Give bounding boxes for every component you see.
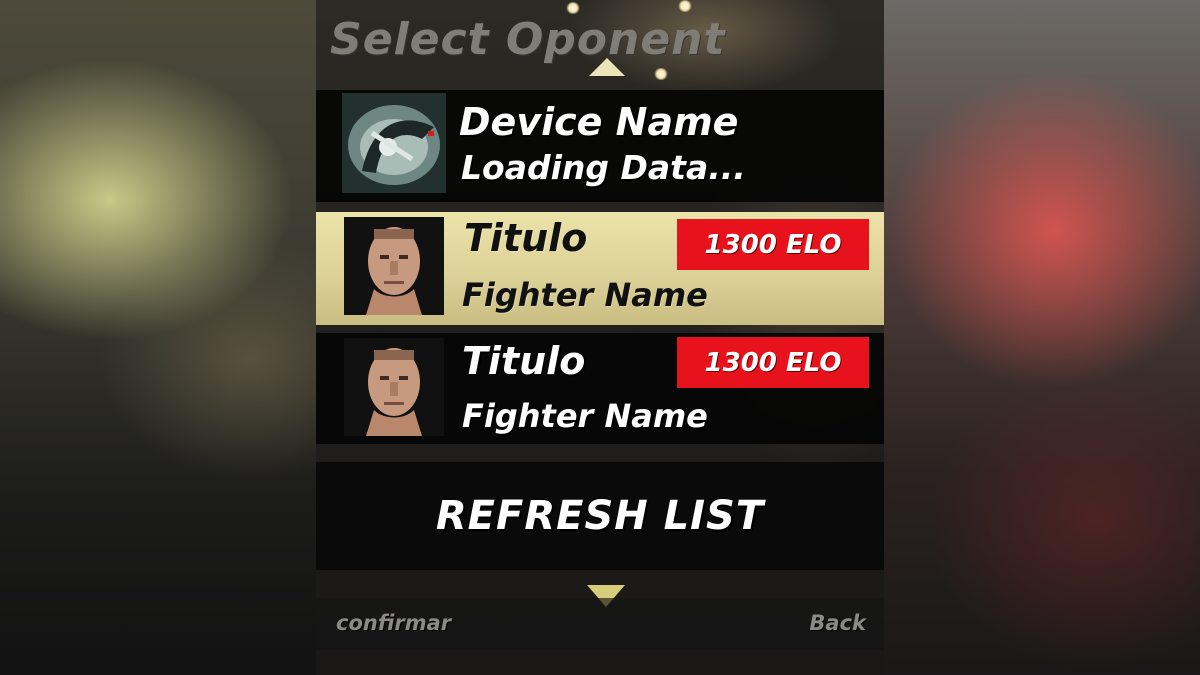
ceiling-light [678, 0, 692, 12]
ceiling-light [654, 68, 668, 80]
device-disc-icon [342, 93, 446, 193]
fighter-face-icon [344, 217, 444, 315]
device-status: Loading Data... [461, 148, 746, 187]
refresh-list-button[interactable]: REFRESH LIST [316, 462, 884, 570]
opponent-row-selected[interactable]: Titulo 1300 ELO Fighter Name [316, 212, 884, 325]
fighter-name: Fighter Name [462, 276, 708, 314]
scroll-up-arrow-icon[interactable] [589, 58, 625, 76]
fighter-portrait [344, 338, 444, 436]
fighter-face-icon [344, 338, 444, 436]
fighter-portrait [344, 217, 444, 315]
blurred-backdrop-left [0, 0, 316, 675]
back-softkey[interactable]: Back [809, 611, 866, 635]
opponent-title: Titulo [464, 216, 588, 260]
blurred-backdrop-right [884, 0, 1200, 675]
device-icon [342, 93, 446, 193]
device-entry[interactable]: Device Name Loading Data... [316, 90, 884, 202]
fighter-name: Fighter Name [462, 397, 708, 435]
opponent-title: Titulo [462, 339, 586, 383]
game-screen: Select Oponent Device Name Loading Data.… [316, 0, 884, 675]
device-name: Device Name [459, 100, 739, 144]
elo-badge: 1300 ELO [677, 337, 869, 388]
confirm-softkey[interactable]: confirmar [336, 611, 451, 635]
opponent-row[interactable]: Titulo 1300 ELO Fighter Name [316, 333, 884, 444]
elo-badge: 1300 ELO [677, 219, 869, 270]
screen-title: Select Oponent [330, 14, 726, 65]
ceiling-light [566, 2, 580, 14]
